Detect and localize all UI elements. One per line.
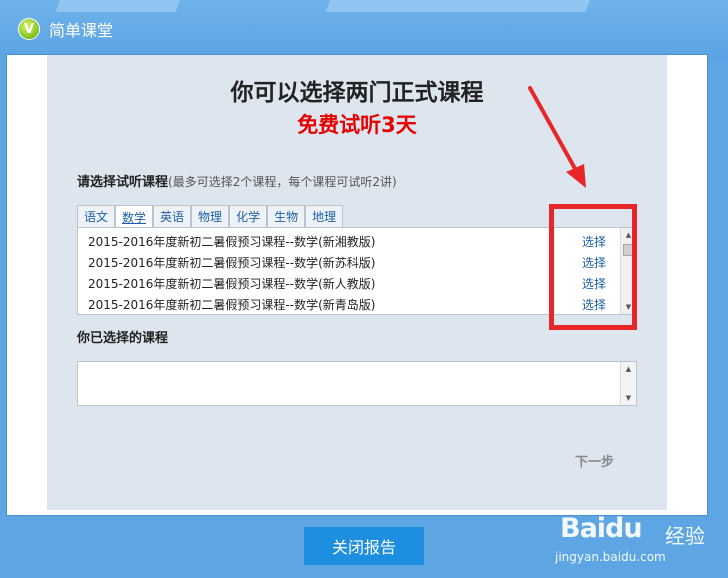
- annotation-highlight-box: [549, 204, 637, 330]
- course-name: 2015-2016年度新初二暑假预习课程--数学(新青岛版): [88, 298, 376, 312]
- background-decoration: [55, 0, 185, 12]
- course-name: 2015-2016年度新初二暑假预习课程--数学(新湘教版): [88, 235, 376, 249]
- tab-subject[interactable]: 地理: [305, 205, 344, 227]
- app-title: 简单课堂: [49, 21, 114, 40]
- course-row: 2015-2016年度新初二暑假预习课程--数学(新湘教版) 选择: [78, 231, 618, 252]
- instruction-note: (最多可选择2个课程，每个课程可试听2讲): [168, 175, 397, 189]
- baidu-watermark: Baidu 经验 jingyan.baidu.com: [555, 513, 715, 573]
- scroll-up-icon[interactable]: ▲: [621, 362, 636, 376]
- annotation-arrow-icon: [528, 86, 586, 188]
- course-name: 2015-2016年度新初二暑假预习课程--数学(新苏科版): [88, 256, 376, 270]
- chosen-list-scrollbar[interactable]: ▲ ▼: [620, 362, 636, 405]
- course-row: 2015-2016年度新初二暑假预习课程--数学(新人教版) 选择: [78, 273, 618, 294]
- course-name: 2015-2016年度新初二暑假预习课程--数学(新人教版): [88, 277, 376, 291]
- tab-subject[interactable]: 英语: [153, 205, 192, 227]
- instruction-text: 请选择试听课程(最多可选择2个课程，每个课程可试听2讲): [77, 171, 397, 190]
- course-row: 2015-2016年度新初二暑假预习课程--数学(新青岛版) 选择: [78, 294, 618, 315]
- tab-subject[interactable]: 语文: [77, 205, 116, 227]
- next-step-button[interactable]: 下一步: [575, 451, 614, 470]
- tab-subject[interactable]: 生物: [267, 205, 306, 227]
- app-logo-icon: V: [18, 18, 40, 40]
- watermark-brand: Baidu: [560, 513, 643, 544]
- tab-subject[interactable]: 数学: [115, 205, 154, 228]
- subject-tabs: 语文 数学 英语 物理 化学 生物 地理: [77, 205, 344, 228]
- chosen-courses-label: 你已选择的课程: [77, 331, 169, 346]
- instruction-label: 请选择试听课程: [77, 175, 169, 190]
- tab-subject[interactable]: 物理: [191, 205, 230, 227]
- course-row: 2015-2016年度新初二暑假预习课程--数学(新苏科版) 选择: [78, 252, 618, 273]
- chosen-courses-list[interactable]: ▲ ▼: [77, 361, 637, 406]
- watermark-url: jingyan.baidu.com: [555, 550, 666, 564]
- title-bar: V 简单课堂: [0, 12, 728, 46]
- watermark-sub: 经验: [665, 524, 705, 548]
- tab-subject[interactable]: 化学: [229, 205, 268, 227]
- scroll-down-icon[interactable]: ▼: [621, 391, 636, 405]
- background-decoration: [325, 0, 595, 12]
- close-report-button[interactable]: 关闭报告: [304, 527, 424, 565]
